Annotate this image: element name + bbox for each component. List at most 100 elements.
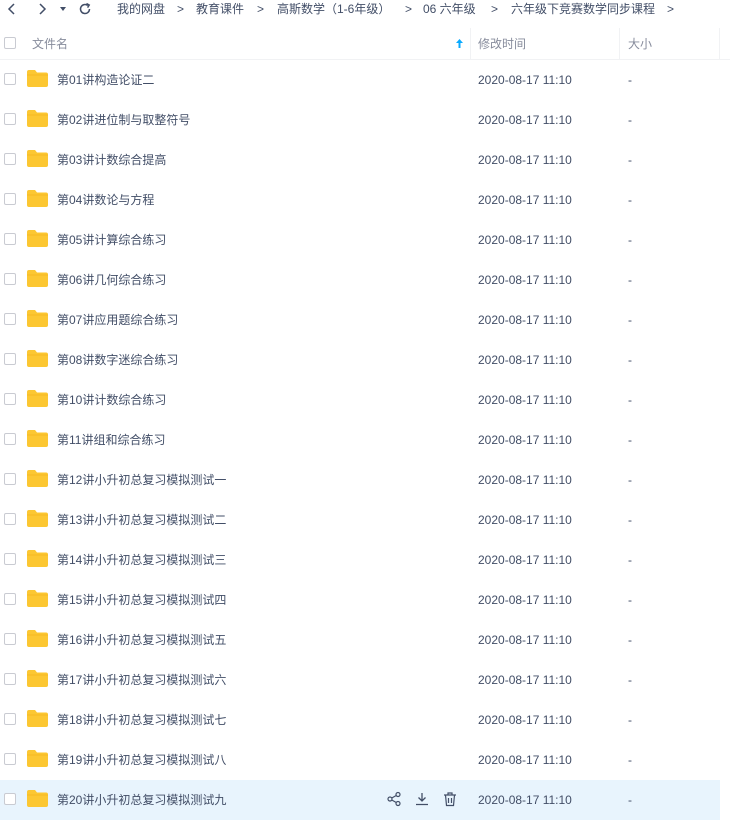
row-checkbox[interactable] (4, 73, 16, 85)
file-name[interactable]: 第04讲数论与方程 (57, 193, 154, 207)
folder-icon[interactable] (27, 750, 48, 767)
file-row[interactable]: 第16讲小升初总复习模拟测试五 2020-08-17 11:10 - (0, 620, 720, 660)
column-header-modified[interactable]: 修改时间 (478, 37, 526, 51)
file-name[interactable]: 第18讲小升初总复习模拟测试七 (57, 713, 226, 727)
select-all-checkbox[interactable] (4, 37, 16, 49)
file-name[interactable]: 第01讲构造论证二 (57, 73, 154, 87)
file-row[interactable]: 第13讲小升初总复习模拟测试二 2020-08-17 11:10 - (0, 500, 720, 540)
column-divider[interactable] (619, 28, 620, 59)
forward-button[interactable] (34, 1, 50, 17)
file-name[interactable]: 第07讲应用题综合练习 (57, 313, 178, 327)
row-checkbox[interactable] (4, 473, 16, 485)
file-name[interactable]: 第20讲小升初总复习模拟测试九 (57, 793, 226, 807)
file-name[interactable]: 第02讲进位制与取整符号 (57, 113, 190, 127)
column-header-size[interactable]: 大小 (628, 37, 652, 51)
file-name[interactable]: 第08讲数字迷综合练习 (57, 353, 178, 367)
file-row[interactable]: 第14讲小升初总复习模拟测试三 2020-08-17 11:10 - (0, 540, 720, 580)
breadcrumb-item-gauss-math[interactable]: 高斯数学（1-6年级） (277, 2, 390, 16)
file-modified-time: 2020-08-17 11:10 (478, 433, 572, 447)
file-row[interactable]: 第17讲小升初总复习模拟测试六 2020-08-17 11:10 - (0, 660, 720, 700)
folder-icon[interactable] (27, 230, 48, 247)
file-row[interactable]: 第20讲小升初总复习模拟测试九 2020-08-17 11:10 - (0, 780, 720, 820)
breadcrumb-separator: > (491, 2, 499, 16)
file-row[interactable]: 第11讲组和综合练习 2020-08-17 11:10 - (0, 420, 720, 460)
folder-icon[interactable] (27, 270, 48, 287)
row-checkbox[interactable] (4, 273, 16, 285)
folder-icon[interactable] (27, 550, 48, 567)
file-row[interactable]: 第06讲几何综合练习 2020-08-17 11:10 - (0, 260, 720, 300)
file-size: - (628, 793, 632, 807)
download-icon[interactable] (414, 791, 430, 807)
file-name[interactable]: 第17讲小升初总复习模拟测试六 (57, 673, 226, 687)
folder-icon[interactable] (27, 630, 48, 647)
breadcrumb-item-current[interactable]: 六年级下竞赛数学同步课程 (511, 2, 655, 16)
file-name[interactable]: 第11讲组和综合练习 (57, 433, 165, 447)
file-name[interactable]: 第05讲计算综合练习 (57, 233, 166, 247)
row-checkbox[interactable] (4, 553, 16, 565)
folder-icon[interactable] (27, 790, 48, 807)
folder-icon[interactable] (27, 710, 48, 727)
folder-icon[interactable] (27, 590, 48, 607)
row-checkbox[interactable] (4, 433, 16, 445)
file-row[interactable]: 第12讲小升初总复习模拟测试一 2020-08-17 11:10 - (0, 460, 720, 500)
row-checkbox[interactable] (4, 153, 16, 165)
file-row[interactable]: 第15讲小升初总复习模拟测试四 2020-08-17 11:10 - (0, 580, 720, 620)
file-row[interactable]: 第04讲数论与方程 2020-08-17 11:10 - (0, 180, 720, 220)
file-row[interactable]: 第08讲数字迷综合练习 2020-08-17 11:10 - (0, 340, 720, 380)
row-checkbox[interactable] (4, 633, 16, 645)
file-row[interactable]: 第18讲小升初总复习模拟测试七 2020-08-17 11:10 - (0, 700, 720, 740)
share-icon[interactable] (386, 791, 402, 807)
file-name[interactable]: 第15讲小升初总复习模拟测试四 (57, 593, 226, 607)
refresh-button[interactable] (77, 1, 93, 17)
file-name[interactable]: 第13讲小升初总复习模拟测试二 (57, 513, 226, 527)
column-divider[interactable] (470, 28, 471, 59)
file-name[interactable]: 第14讲小升初总复习模拟测试三 (57, 553, 226, 567)
folder-icon[interactable] (27, 670, 48, 687)
row-checkbox[interactable] (4, 593, 16, 605)
row-checkbox[interactable] (4, 713, 16, 725)
row-checkbox[interactable] (4, 193, 16, 205)
folder-icon[interactable] (27, 390, 48, 407)
file-row[interactable]: 第01讲构造论证二 2020-08-17 11:10 - (0, 60, 720, 100)
folder-icon[interactable] (27, 110, 48, 127)
row-checkbox[interactable] (4, 233, 16, 245)
file-row[interactable]: 第07讲应用题综合练习 2020-08-17 11:10 - (0, 300, 720, 340)
breadcrumb-item-root[interactable]: 我的网盘 (117, 2, 165, 16)
row-checkbox[interactable] (4, 353, 16, 365)
folder-icon[interactable] (27, 190, 48, 207)
history-dropdown-button[interactable] (58, 1, 68, 17)
row-checkbox[interactable] (4, 393, 16, 405)
delete-icon[interactable] (442, 791, 458, 807)
file-row[interactable]: 第03讲计数综合提高 2020-08-17 11:10 - (0, 140, 720, 180)
row-checkbox[interactable] (4, 753, 16, 765)
row-checkbox[interactable] (4, 793, 16, 805)
file-name[interactable]: 第03讲计数综合提高 (57, 153, 166, 167)
file-modified-time: 2020-08-17 11:10 (478, 633, 572, 647)
file-name[interactable]: 第19讲小升初总复习模拟测试八 (57, 753, 226, 767)
file-name[interactable]: 第12讲小升初总复习模拟测试一 (57, 473, 226, 487)
breadcrumb-item-courseware[interactable]: 教育课件 (196, 2, 244, 16)
file-row[interactable]: 第10讲计数综合练习 2020-08-17 11:10 - (0, 380, 720, 420)
file-row[interactable]: 第05讲计算综合练习 2020-08-17 11:10 - (0, 220, 720, 260)
row-checkbox[interactable] (4, 113, 16, 125)
file-name[interactable]: 第10讲计数综合练习 (57, 393, 166, 407)
sort-arrow-up-icon[interactable] (455, 38, 464, 49)
folder-icon[interactable] (27, 310, 48, 327)
back-button[interactable] (4, 1, 20, 17)
file-size: - (628, 433, 632, 447)
row-checkbox[interactable] (4, 513, 16, 525)
folder-icon[interactable] (27, 150, 48, 167)
folder-icon[interactable] (27, 470, 48, 487)
folder-icon[interactable] (27, 350, 48, 367)
file-name[interactable]: 第16讲小升初总复习模拟测试五 (57, 633, 226, 647)
file-row[interactable]: 第02讲进位制与取整符号 2020-08-17 11:10 - (0, 100, 720, 140)
row-checkbox[interactable] (4, 313, 16, 325)
folder-icon[interactable] (27, 430, 48, 447)
column-header-name[interactable]: 文件名 (32, 37, 68, 51)
folder-icon[interactable] (27, 510, 48, 527)
file-name[interactable]: 第06讲几何综合练习 (57, 273, 166, 287)
folder-icon[interactable] (27, 70, 48, 87)
file-row[interactable]: 第19讲小升初总复习模拟测试八 2020-08-17 11:10 - (0, 740, 720, 780)
breadcrumb-item-grade6[interactable]: 06 六年级 (423, 2, 476, 16)
row-checkbox[interactable] (4, 673, 16, 685)
